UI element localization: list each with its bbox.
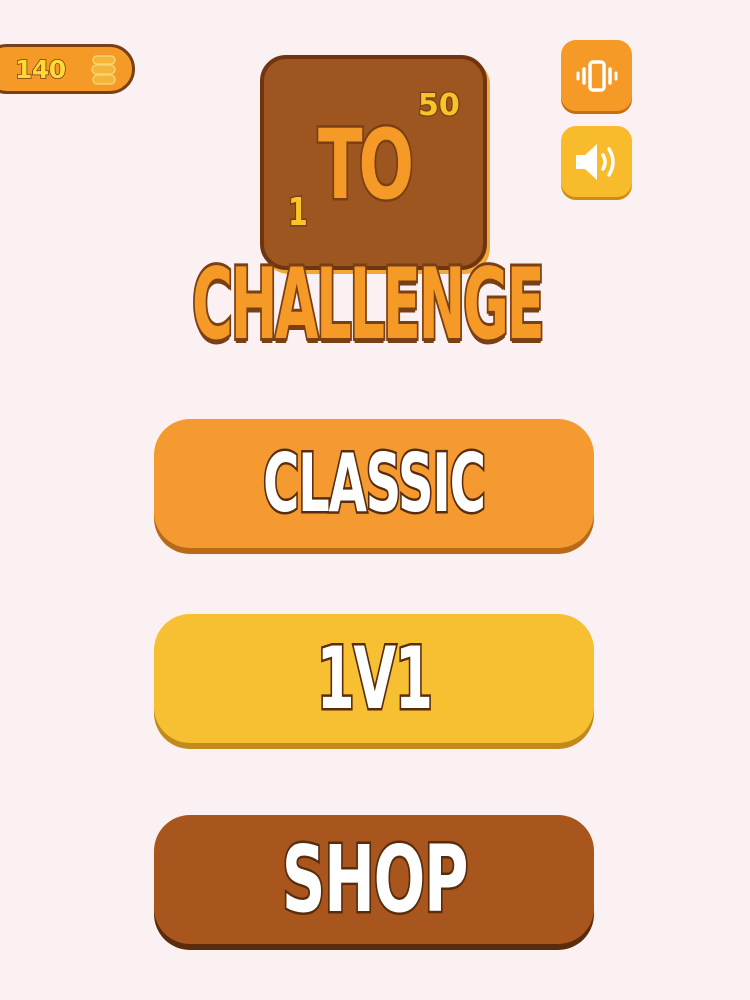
- shop-label: SHOP: [280, 824, 470, 936]
- versus-mode-label: 1V1: [315, 626, 435, 731]
- versus-mode-button[interactable]: 1V1: [154, 614, 594, 743]
- coin-stack-icon: [91, 55, 116, 85]
- classic-mode-button[interactable]: CLASSIC: [154, 419, 594, 548]
- coin-count: 140: [14, 54, 67, 85]
- logo-one-text: 1: [287, 189, 309, 236]
- sound-toggle-button[interactable]: [561, 126, 632, 197]
- vibration-toggle-button[interactable]: [561, 40, 632, 111]
- logo-challenge-text: CHALLENGE: [190, 248, 546, 362]
- logo-to-text: TO: [316, 108, 415, 223]
- vibration-icon: [576, 59, 617, 92]
- coin-counter: 140: [0, 44, 135, 94]
- classic-mode-label: CLASSIC: [262, 435, 488, 533]
- speaker-icon: [575, 143, 615, 180]
- shop-button[interactable]: SHOP: [154, 815, 594, 944]
- logo-fifty-text: 50: [417, 87, 461, 125]
